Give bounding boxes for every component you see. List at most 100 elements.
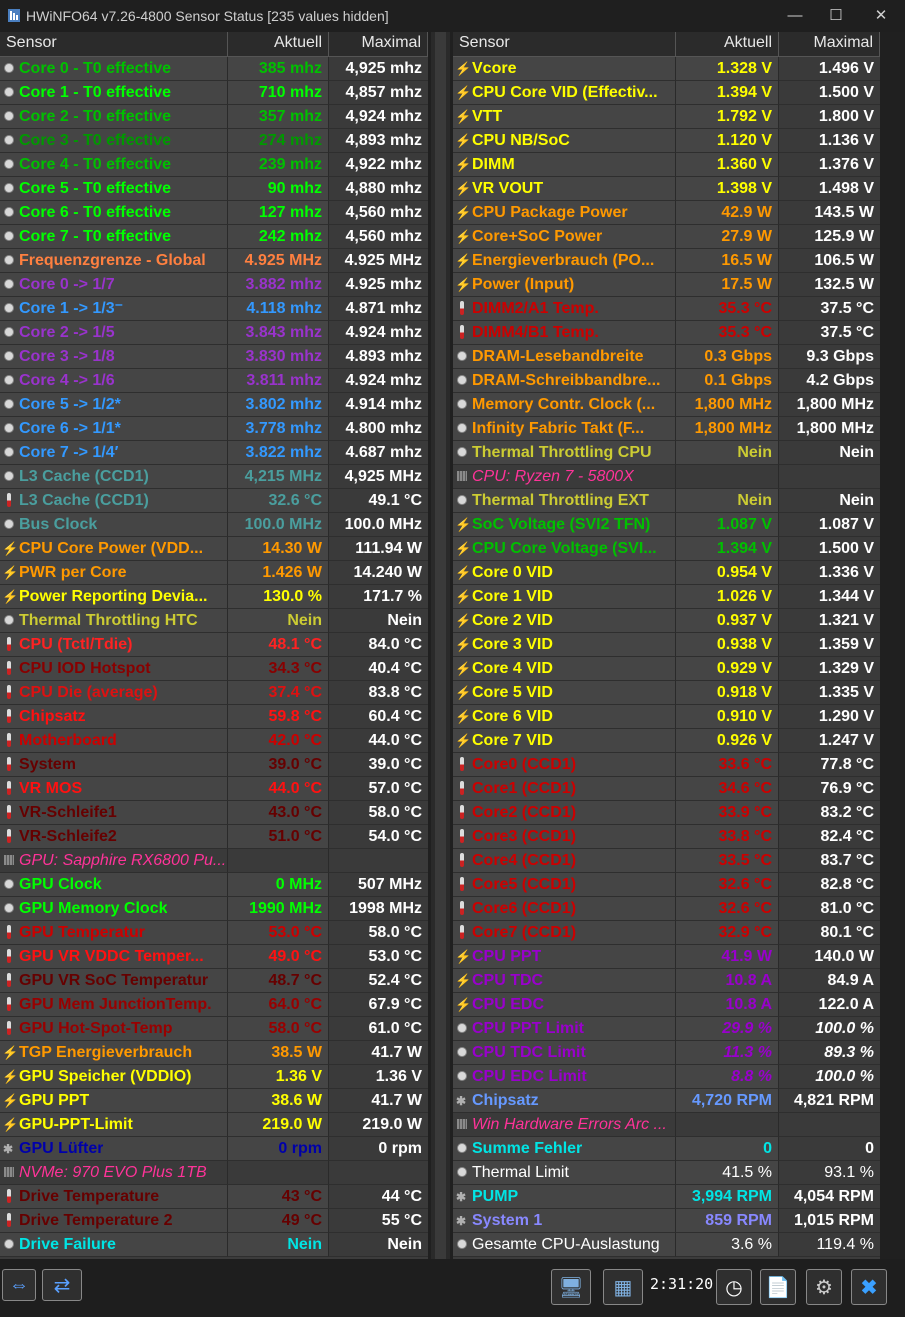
sensor-row[interactable]: Core 2 - T0 effective 357 mhz 4,924 mhz <box>0 105 428 129</box>
sensor-row[interactable]: SoC Voltage (SVI2 TFN) 1.087 V1.087 V <box>453 513 880 537</box>
sensor-row[interactable]: CPU NB/SoC 1.120 V1.136 V <box>453 129 880 153</box>
sensor-row[interactable]: CPU (Tctl/Tdie) 48.1 °C 84.0 °C <box>0 633 428 657</box>
sensor-row[interactable]: CPU EDC 10.8 A122.0 A <box>453 993 880 1017</box>
sensor-row[interactable]: CPU TDC Limit 11.3 % 89.3 % <box>453 1041 880 1065</box>
network-icon[interactable]: ▦ <box>603 1269 643 1305</box>
sensor-row[interactable]: Frequenzgrenze - Global 4.925 MHz 4.925 MH… <box>0 249 428 273</box>
sensor-row[interactable]: CPU TDC 10.8 A84.9 A <box>453 969 880 993</box>
sensor-row[interactable]: Core2 (CCD1) 33.9 °C 83.2 °C <box>453 801 880 825</box>
sensor-row[interactable]: GPU Lüfter 0 rpm0 rpm <box>0 1137 428 1161</box>
sensor-row[interactable]: GPU VR SoC Temperatur 48.7 °C 52.4 °C <box>0 969 428 993</box>
sensor-row[interactable]: VR MOS 44.0 °C 57.0 °C <box>0 777 428 801</box>
sensor-row[interactable]: Core4 (CCD1) 33.5 °C 83.7 °C <box>453 849 880 873</box>
sensor-row[interactable]: Core 6 VID 0.910 V1.290 V <box>453 705 880 729</box>
sensor-row[interactable]: GPU-PPT-Limit 219.0 W219.0 W <box>0 1113 428 1137</box>
sensor-row[interactable]: Core 7 - T0 effective 242 mhz 4,560 mhz <box>0 225 428 249</box>
sensor-row[interactable]: Core 3 -> 1/8 3.830 mhz 4.893 mhz <box>0 345 428 369</box>
sensor-row[interactable]: Core 1 - T0 effective 710 mhz 4,857 mhz <box>0 81 428 105</box>
sensor-row[interactable]: DIMM4/B1 Temp. 35.3 °C 37.5 °C <box>453 321 880 345</box>
sensor-row[interactable]: Core 6 - T0 effective 127 mhz 4,560 mhz <box>0 201 428 225</box>
sensor-row[interactable]: CPU Die (average) 37.4 °C 83.8 °C <box>0 681 428 705</box>
sensor-row[interactable]: Core 1 VID 1.026 V1.344 V <box>453 585 880 609</box>
sensor-row[interactable]: Core 5 VID 0.918 V1.335 V <box>453 681 880 705</box>
sensor-row[interactable]: Core 3 VID 0.938 V1.359 V <box>453 633 880 657</box>
sensor-row[interactable]: Core 6 -> 1/1* 3.778 mhz 4.800 mhz <box>0 417 428 441</box>
report-icon[interactable]: 📄 <box>760 1269 796 1305</box>
close-icon[interactable]: ✕ <box>861 2 901 30</box>
sensor-row[interactable]: Power (Input) 17.5 W132.5 W <box>453 273 880 297</box>
sensor-row[interactable]: Core 7 -> 1/4′ 3.822 mhz 4.687 mhz <box>0 441 428 465</box>
sensor-row[interactable]: Core 4 - T0 effective 239 mhz 4,922 mhz <box>0 153 428 177</box>
sensor-row[interactable]: DIMM 1.360 V1.376 V <box>453 153 880 177</box>
sensor-row[interactable]: Memory Contr. Clock (... 1,800 MHz 1,800 M… <box>453 393 880 417</box>
sensor-row[interactable]: GPU Mem JunctionTemp. 64.0 °C 67.9 °C <box>0 993 428 1017</box>
sensor-row[interactable]: System 39.0 °C 39.0 °C <box>0 753 428 777</box>
sensor-row[interactable]: Core5 (CCD1) 32.6 °C 82.8 °C <box>453 873 880 897</box>
clock-icon[interactable]: ◷ <box>716 1269 752 1305</box>
scrollbar-thumb[interactable] <box>435 32 446 1259</box>
sensor-row[interactable]: Power Reporting Devia... 130.0 %171.7 % <box>0 585 428 609</box>
sensor-group-row[interactable]: Win Hardware Errors Arc ... <box>453 1113 880 1137</box>
sensor-row[interactable]: Core7 (CCD1) 32.9 °C 80.1 °C <box>453 921 880 945</box>
sensor-row[interactable]: System 1 859 RPM1,015 RPM <box>453 1209 880 1233</box>
sensor-row[interactable]: VTT 1.792 V1.800 V <box>453 105 880 129</box>
sensor-row[interactable]: L3 Cache (CCD1) 32.6 °C 49.1 °C <box>0 489 428 513</box>
sensor-row[interactable]: GPU VR VDDC Temper... 49.0 °C 53.0 °C <box>0 945 428 969</box>
sensor-row[interactable]: GPU Memory Clock 1990 MHz 1998 MHz <box>0 897 428 921</box>
sensor-row[interactable]: Core 5 - T0 effective 90 mhz 4,880 mhz <box>0 177 428 201</box>
sensor-group-row[interactable]: NVMe: 970 EVO Plus 1TB <box>0 1161 428 1185</box>
sensor-row[interactable]: L3 Cache (CCD1) 4,215 MHz 4,925 MHz <box>0 465 428 489</box>
sensor-row[interactable]: Core 0 VID 0.954 V1.336 V <box>453 561 880 585</box>
sensor-row[interactable]: Thermal Throttling EXT Nein Nein <box>453 489 880 513</box>
sensor-row[interactable]: Bus Clock 100.0 MHz 100.0 MHz <box>0 513 428 537</box>
sensor-row[interactable]: Chipsatz 4,720 RPM4,821 RPM <box>453 1089 880 1113</box>
sensor-row[interactable]: Infinity Fabric Takt (F... 1,800 MHz 1,800… <box>453 417 880 441</box>
column-sensor-header[interactable]: Sensor <box>0 32 228 56</box>
sensor-row[interactable]: VR VOUT 1.398 V1.498 V <box>453 177 880 201</box>
sensor-row[interactable]: Drive Temperature 2 49 °C 55 °C <box>0 1209 428 1233</box>
sensor-row[interactable]: Core1 (CCD1) 34.6 °C 76.9 °C <box>453 777 880 801</box>
sensor-row[interactable]: Core 2 -> 1/5 3.843 mhz 4.924 mhz <box>0 321 428 345</box>
sensor-row[interactable]: Motherboard 42.0 °C 44.0 °C <box>0 729 428 753</box>
sensor-row[interactable]: CPU EDC Limit 8.8 % 100.0 % <box>453 1065 880 1089</box>
exit-x-icon[interactable]: ✖ <box>851 1269 887 1305</box>
sensor-row[interactable]: DRAM-Lesebandbreite 0.3 Gbps 9.3 Gbps <box>453 345 880 369</box>
sensor-row[interactable]: Thermal Throttling HTC Nein Nein <box>0 609 428 633</box>
sensor-row[interactable]: Core 5 -> 1/2* 3.802 mhz 4.914 mhz <box>0 393 428 417</box>
sensor-row[interactable]: Core+SoC Power 27.9 W125.9 W <box>453 225 880 249</box>
sensor-row[interactable]: Vcore 1.328 V1.496 V <box>453 57 880 81</box>
sensor-row[interactable]: Core 3 - T0 effective 274 mhz 4,893 mhz <box>0 129 428 153</box>
sensor-row[interactable]: GPU PPT 38.6 W41.7 W <box>0 1089 428 1113</box>
maximize-icon[interactable]: ☐ <box>816 2 856 30</box>
column-max-header[interactable]: Maximal <box>329 32 428 56</box>
sensor-row[interactable]: Summe Fehler 0 0 <box>453 1137 880 1161</box>
sensor-row[interactable]: Drive Failure Nein Nein <box>0 1233 428 1257</box>
sensor-row[interactable]: Core 1 -> 1/3⁻ 4.118 mhz 4.871 mhz <box>0 297 428 321</box>
sensor-row[interactable]: Core 2 VID 0.937 V1.321 V <box>453 609 880 633</box>
sensor-row[interactable]: Core 0 - T0 effective 385 mhz 4,925 mhz <box>0 57 428 81</box>
collapse-arrows-icon[interactable]: ⇄ <box>42 1269 82 1301</box>
sensor-row[interactable]: VR-Schleife1 43.0 °C 58.0 °C <box>0 801 428 825</box>
sensor-group-row[interactable]: GPU: Sapphire RX6800 Pu... <box>0 849 428 873</box>
sensor-row[interactable]: DIMM2/A1 Temp. 35.3 °C 37.5 °C <box>453 297 880 321</box>
column-max-header[interactable]: Maximal <box>779 32 880 56</box>
sensor-row[interactable]: Core 7 VID 0.926 V1.247 V <box>453 729 880 753</box>
sensor-row[interactable]: GPU Temperatur 53.0 °C 58.0 °C <box>0 921 428 945</box>
sensor-row[interactable]: PWR per Core 1.426 W14.240 W <box>0 561 428 585</box>
sensor-row[interactable]: Core 0 -> 1/7 3.882 mhz 4.925 mhz <box>0 273 428 297</box>
sensor-row[interactable]: PUMP 3,994 RPM4,054 RPM <box>453 1185 880 1209</box>
sensor-row[interactable]: CPU Package Power 42.9 W143.5 W <box>453 201 880 225</box>
sensor-row[interactable]: CPU Core Power (VDD... 14.30 W111.94 W <box>0 537 428 561</box>
sensor-row[interactable]: TGP Energieverbrauch 38.5 W41.7 W <box>0 1041 428 1065</box>
minimize-icon[interactable]: — <box>775 2 815 30</box>
panel-separator[interactable] <box>431 32 450 1259</box>
sensor-row[interactable]: CPU IOD Hotspot 34.3 °C 40.4 °C <box>0 657 428 681</box>
sensor-row[interactable]: DRAM-Schreibbandbre... 0.1 Gbps 4.2 Gbps <box>453 369 880 393</box>
column-sensor-header[interactable]: Sensor <box>453 32 676 56</box>
sensor-row[interactable]: Drive Temperature 43 °C 44 °C <box>0 1185 428 1209</box>
sensor-row[interactable]: Core 4 VID 0.929 V1.329 V <box>453 657 880 681</box>
sensor-row[interactable]: Core 4 -> 1/6 3.811 mhz 4.924 mhz <box>0 369 428 393</box>
sensor-row[interactable]: CPU PPT 41.9 W140.0 W <box>453 945 880 969</box>
network-pc-icon[interactable]: 🖥 <box>551 1269 591 1305</box>
sensor-row[interactable]: Energieverbrauch (PO... 16.5 W106.5 W <box>453 249 880 273</box>
